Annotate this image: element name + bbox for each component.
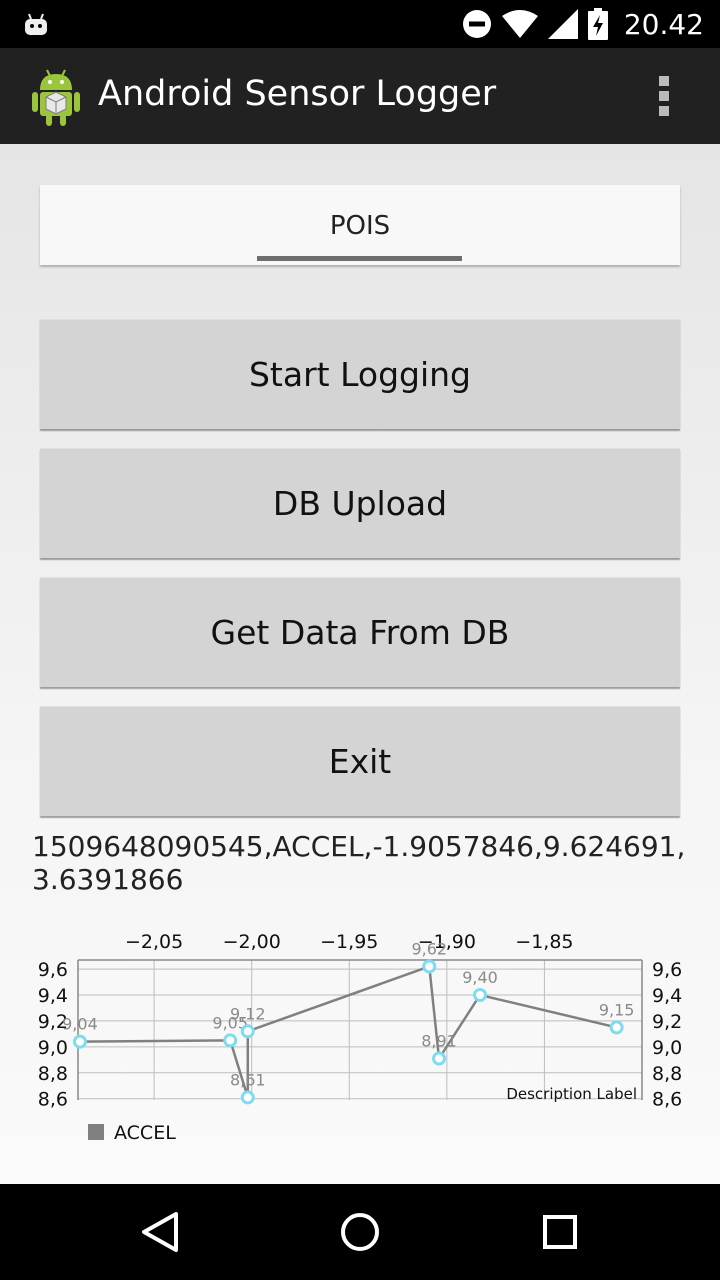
wifi-icon — [501, 10, 538, 38]
clock: 20.42 — [623, 7, 704, 41]
data-point — [223, 1033, 238, 1048]
y-tick-label-left: 8,6 — [38, 1089, 68, 1111]
data-point — [72, 1034, 87, 1049]
legend-label: ACCEL — [114, 1122, 176, 1144]
data-point — [473, 988, 488, 1002]
y-tick-label-right: 9,0 — [652, 1037, 682, 1059]
tab-indicator — [257, 256, 462, 261]
chart-description: Description Label — [506, 1085, 637, 1103]
start-logging-button[interactable]: Start Logging — [40, 319, 680, 429]
db-upload-button[interactable]: DB Upload — [40, 448, 680, 558]
status-bar: 20.42 — [0, 0, 720, 48]
y-tick-label-right: 9,2 — [652, 1011, 682, 1033]
x-tick-label: −2,05 — [125, 931, 183, 953]
do-not-disturb-icon — [462, 10, 491, 38]
status-icons: 20.42 — [462, 0, 704, 48]
overflow-menu-icon[interactable] — [652, 74, 676, 118]
legend-swatch — [88, 1124, 104, 1140]
y-tick-label-left: 9,6 — [38, 959, 68, 981]
app-title: Android Sensor Logger — [98, 74, 497, 114]
data-label: 9,12 — [230, 1004, 266, 1023]
x-tick-label: −2,00 — [223, 931, 281, 953]
cell-signal-icon — [547, 9, 578, 39]
navigation-bar — [0, 1184, 720, 1280]
data-label: 9,62 — [411, 939, 447, 958]
android-logo-icon — [32, 69, 80, 126]
data-point — [432, 1051, 447, 1066]
get-data-from-db-button[interactable]: Get Data From DB — [40, 577, 680, 687]
recents-icon[interactable] — [530, 1206, 590, 1258]
series-line-accel — [79, 964, 617, 1098]
data-point — [609, 1020, 624, 1035]
x-tick-label: −1,95 — [320, 931, 378, 953]
data-label: 9,40 — [462, 968, 498, 987]
data-label: 8,61 — [230, 1070, 266, 1089]
x-tick-label: −1,85 — [515, 931, 573, 953]
data-point — [240, 1090, 255, 1105]
tab-label: POIS — [329, 211, 391, 241]
y-tick-label-right: 9,6 — [652, 959, 682, 981]
y-tick-label-left: 9,0 — [38, 1037, 68, 1059]
y-tick-label-right: 8,6 — [652, 1089, 682, 1111]
y-tick-label-right: 8,8 — [652, 1063, 682, 1085]
back-icon[interactable] — [130, 1206, 190, 1258]
android-notification-icon — [25, 13, 47, 35]
y-tick-label-right: 9,4 — [652, 985, 682, 1007]
sensor-reading-text: 1509648090545,ACCEL,-1.9057846,9.624691,… — [32, 830, 686, 896]
data-point — [240, 1024, 255, 1039]
exit-button[interactable]: Exit — [40, 706, 680, 816]
y-tick-label-left: 9,4 — [38, 985, 68, 1007]
data-label: 8,91 — [421, 1032, 457, 1051]
data-label: 9,04 — [62, 1015, 98, 1034]
data-point — [422, 959, 437, 974]
home-icon[interactable] — [330, 1206, 390, 1258]
tab-pois[interactable]: POIS — [40, 185, 680, 265]
main-content: POIS Start Logging DB Upload Get Data Fr… — [0, 144, 720, 1184]
data-label: 9,15 — [599, 1000, 635, 1019]
battery-charging-icon — [587, 8, 608, 40]
accel-line-chart[interactable]: −2,05 −2,00 −1,95 −1,90 −1,859,6 9,69,4 9,49,2… — [0, 924, 720, 1164]
tab-bar: POIS — [40, 185, 680, 265]
y-tick-label-left: 8,8 — [38, 1063, 68, 1085]
action-bar: Android Sensor Logger — [0, 48, 720, 144]
